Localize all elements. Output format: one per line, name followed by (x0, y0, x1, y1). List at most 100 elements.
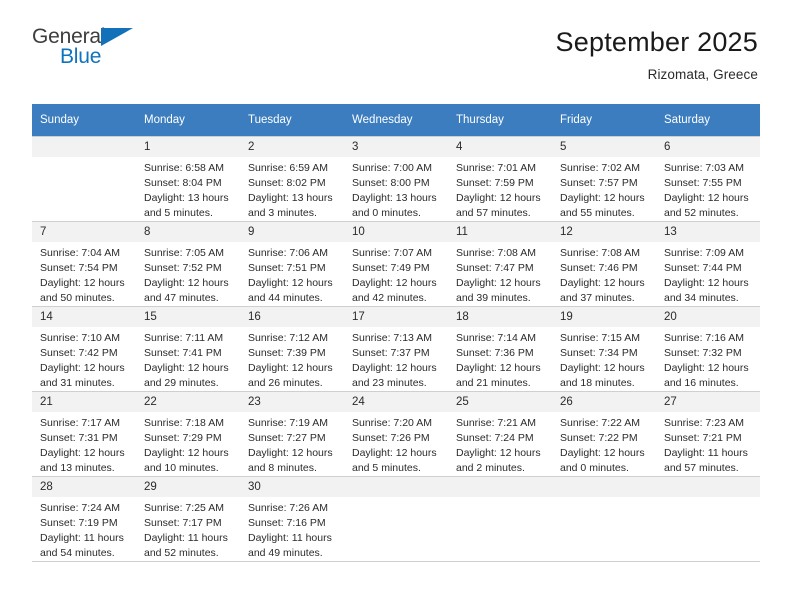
sunset-text: Sunset: 7:59 PM (456, 177, 534, 190)
day-detail: Sunrise: 7:22 AM Sunset: 7:22 PM Daylight:… (552, 412, 656, 476)
calendar-day-cell[interactable]: 29 Sunrise: 7:25 AM Sunset: 7:17 PM Dayligh… (136, 476, 240, 562)
day-number: 11 (448, 222, 552, 243)
general-blue-logo[interactable]: General Blue (32, 26, 152, 78)
calendar-day-cell[interactable]: 1 Sunrise: 6:58 AM Sunset: 8:04 PM Daylight… (136, 136, 240, 222)
calendar-cell-empty (32, 136, 136, 222)
calendar-day-cell[interactable]: 19 Sunrise: 7:15 AM Sunset: 7:34 PM Dayligh… (552, 306, 656, 392)
daylight-text-line1: Daylight: 12 hours (144, 447, 229, 460)
day-detail: Sunrise: 7:06 AM Sunset: 7:51 PM Daylight:… (240, 242, 344, 306)
calendar-day-cell[interactable]: 7 Sunrise: 7:04 AM Sunset: 7:54 PM Daylight… (32, 221, 136, 307)
sunrise-text: Sunrise: 7:10 AM (40, 332, 120, 345)
calendar-day-cell[interactable]: 9 Sunrise: 7:06 AM Sunset: 7:51 PM Daylight… (240, 221, 344, 307)
calendar-day-cell[interactable]: 15 Sunrise: 7:11 AM Sunset: 7:41 PM Dayligh… (136, 306, 240, 392)
calendar-day-cell[interactable]: 2 Sunrise: 6:59 AM Sunset: 8:02 PM Daylight… (240, 136, 344, 222)
daylight-text-line1: Daylight: 13 hours (248, 192, 333, 205)
sunset-text: Sunset: 7:47 PM (456, 262, 534, 275)
calendar-day-cell[interactable]: 26 Sunrise: 7:22 AM Sunset: 7:22 PM Dayligh… (552, 391, 656, 477)
sunset-text: Sunset: 7:57 PM (560, 177, 638, 190)
calendar-day-cell[interactable]: 12 Sunrise: 7:08 AM Sunset: 7:46 PM Dayligh… (552, 221, 656, 307)
weekday-header-friday: Friday (552, 104, 656, 137)
day-detail: Sunrise: 7:12 AM Sunset: 7:39 PM Daylight:… (240, 327, 344, 391)
sunset-text: Sunset: 8:04 PM (144, 177, 222, 190)
sunset-text: Sunset: 7:54 PM (40, 262, 118, 275)
calendar-body: 1 Sunrise: 6:58 AM Sunset: 8:04 PM Daylight… (32, 136, 760, 562)
daylight-text-line1: Daylight: 12 hours (456, 447, 541, 460)
daylight-text-line2: and 0 minutes. (560, 462, 629, 475)
daylight-text-line1: Daylight: 12 hours (560, 192, 645, 205)
daylight-text-line2: and 31 minutes. (40, 377, 115, 390)
calendar-week-row: 1 Sunrise: 6:58 AM Sunset: 8:04 PM Daylight… (32, 136, 760, 222)
day-number: 15 (136, 307, 240, 328)
day-detail: Sunrise: 7:08 AM Sunset: 7:46 PM Daylight:… (552, 242, 656, 306)
day-number: 19 (552, 307, 656, 328)
sunrise-text: Sunrise: 7:08 AM (560, 247, 640, 260)
calendar-day-cell[interactable]: 27 Sunrise: 7:23 AM Sunset: 7:21 PM Dayligh… (656, 391, 760, 477)
day-detail: Sunrise: 7:14 AM Sunset: 7:36 PM Daylight:… (448, 327, 552, 391)
daylight-text-line2: and 8 minutes. (248, 462, 317, 475)
daylight-text-line1: Daylight: 12 hours (352, 362, 437, 375)
sunset-text: Sunset: 7:36 PM (456, 347, 534, 360)
calendar-day-cell[interactable]: 24 Sunrise: 7:20 AM Sunset: 7:26 PM Dayligh… (344, 391, 448, 477)
daylight-text-line2: and 21 minutes. (456, 377, 531, 390)
calendar-day-cell[interactable]: 21 Sunrise: 7:17 AM Sunset: 7:31 PM Dayligh… (32, 391, 136, 477)
day-number: 7 (32, 222, 136, 243)
day-number: 28 (32, 477, 136, 498)
calendar-day-cell[interactable]: 20 Sunrise: 7:16 AM Sunset: 7:32 PM Dayligh… (656, 306, 760, 392)
calendar-day-cell[interactable]: 23 Sunrise: 7:19 AM Sunset: 7:27 PM Dayligh… (240, 391, 344, 477)
calendar-day-cell[interactable]: 10 Sunrise: 7:07 AM Sunset: 7:49 PM Dayligh… (344, 221, 448, 307)
day-number: 12 (552, 222, 656, 243)
sunrise-text: Sunrise: 7:20 AM (352, 417, 432, 430)
day-number: 27 (656, 392, 760, 413)
calendar-day-cell[interactable]: 5 Sunrise: 7:02 AM Sunset: 7:57 PM Daylight… (552, 136, 656, 222)
calendar-cell-empty (344, 476, 448, 562)
day-detail: Sunrise: 7:01 AM Sunset: 7:59 PM Daylight:… (448, 157, 552, 221)
calendar-cell-empty (552, 476, 656, 562)
daylight-text-line2: and 23 minutes. (352, 377, 427, 390)
calendar-page: General Blue September 2025 Rizomata, Gr… (0, 0, 792, 612)
sunset-text: Sunset: 7:19 PM (40, 517, 118, 530)
calendar-day-cell[interactable]: 25 Sunrise: 7:21 AM Sunset: 7:24 PM Dayligh… (448, 391, 552, 477)
calendar-day-cell[interactable]: 14 Sunrise: 7:10 AM Sunset: 7:42 PM Dayligh… (32, 306, 136, 392)
day-number: 18 (448, 307, 552, 328)
sunrise-text: Sunrise: 7:05 AM (144, 247, 224, 260)
calendar-day-cell[interactable]: 13 Sunrise: 7:09 AM Sunset: 7:44 PM Dayligh… (656, 221, 760, 307)
daylight-text-line1: Daylight: 12 hours (248, 447, 333, 460)
sunrise-text: Sunrise: 7:26 AM (248, 502, 328, 515)
calendar-day-cell[interactable]: 3 Sunrise: 7:00 AM Sunset: 8:00 PM Daylight… (344, 136, 448, 222)
sunset-text: Sunset: 7:51 PM (248, 262, 326, 275)
sunset-text: Sunset: 7:46 PM (560, 262, 638, 275)
calendar-day-cell[interactable]: 4 Sunrise: 7:01 AM Sunset: 7:59 PM Daylight… (448, 136, 552, 222)
weekday-header-thursday: Thursday (448, 104, 552, 137)
daylight-text-line1: Daylight: 12 hours (40, 277, 125, 290)
calendar-day-cell[interactable]: 16 Sunrise: 7:12 AM Sunset: 7:39 PM Dayligh… (240, 306, 344, 392)
sunrise-text: Sunrise: 7:00 AM (352, 162, 432, 175)
sunset-text: Sunset: 7:52 PM (144, 262, 222, 275)
sunrise-text: Sunrise: 7:23 AM (664, 417, 744, 430)
sunset-text: Sunset: 7:37 PM (352, 347, 430, 360)
calendar-day-cell[interactable]: 30 Sunrise: 7:26 AM Sunset: 7:16 PM Dayligh… (240, 476, 344, 562)
daylight-text-line2: and 49 minutes. (248, 547, 323, 560)
day-number: 20 (656, 307, 760, 328)
calendar-cell-empty (656, 476, 760, 562)
day-detail: Sunrise: 7:07 AM Sunset: 7:49 PM Daylight:… (344, 242, 448, 306)
sunrise-text: Sunrise: 7:21 AM (456, 417, 536, 430)
calendar-day-cell[interactable]: 6 Sunrise: 7:03 AM Sunset: 7:55 PM Daylight… (656, 136, 760, 222)
daylight-text-line2: and 37 minutes. (560, 292, 635, 305)
calendar-day-cell[interactable]: 17 Sunrise: 7:13 AM Sunset: 7:37 PM Dayligh… (344, 306, 448, 392)
daylight-text-line1: Daylight: 12 hours (456, 362, 541, 375)
calendar-day-cell[interactable]: 11 Sunrise: 7:08 AM Sunset: 7:47 PM Dayligh… (448, 221, 552, 307)
daylight-text-line1: Daylight: 12 hours (352, 277, 437, 290)
daylight-text-line2: and 44 minutes. (248, 292, 323, 305)
sunrise-text: Sunrise: 7:17 AM (40, 417, 120, 430)
triangle-flag-icon (101, 28, 133, 46)
calendar-day-cell[interactable]: 18 Sunrise: 7:14 AM Sunset: 7:36 PM Dayligh… (448, 306, 552, 392)
sunset-text: Sunset: 8:02 PM (248, 177, 326, 190)
day-number: 25 (448, 392, 552, 413)
daylight-text-line2: and 50 minutes. (40, 292, 115, 305)
daylight-text-line1: Daylight: 12 hours (664, 277, 749, 290)
day-detail: Sunrise: 7:11 AM Sunset: 7:41 PM Daylight:… (136, 327, 240, 391)
calendar-day-cell[interactable]: 28 Sunrise: 7:24 AM Sunset: 7:19 PM Dayligh… (32, 476, 136, 562)
calendar-day-cell[interactable]: 8 Sunrise: 7:05 AM Sunset: 7:52 PM Daylight… (136, 221, 240, 307)
calendar-day-cell[interactable]: 22 Sunrise: 7:18 AM Sunset: 7:29 PM Dayligh… (136, 391, 240, 477)
daylight-text-line2: and 39 minutes. (456, 292, 531, 305)
